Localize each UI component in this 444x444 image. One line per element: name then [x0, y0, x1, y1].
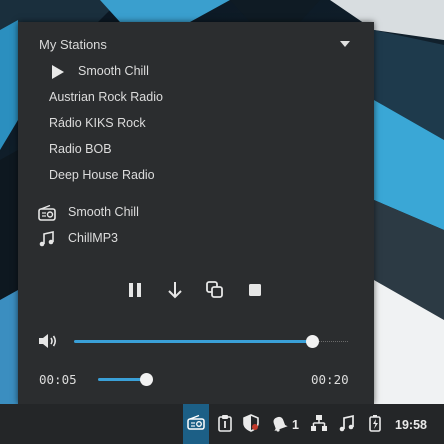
notification-bell-icon[interactable] [270, 414, 288, 432]
pause-icon[interactable] [125, 280, 145, 300]
progress-slider-handle[interactable] [139, 373, 153, 386]
download-icon[interactable] [165, 280, 185, 300]
notification-count: 1 [292, 418, 299, 432]
station-item-deep-house-radio[interactable]: Deep House Radio [49, 168, 155, 182]
clock[interactable]: 19:58 [395, 418, 427, 432]
battery-icon[interactable] [366, 414, 384, 432]
progress-slider-fill [98, 378, 146, 381]
elapsed-time: 00:05 [39, 372, 77, 387]
radio-tray-icon[interactable] [187, 414, 205, 432]
radio-icon [38, 205, 56, 221]
station-item-austrian-rock-radio[interactable]: Austrian Rock Radio [49, 90, 163, 104]
music-note-icon [39, 231, 54, 247]
clipboard-icon[interactable] [216, 414, 234, 432]
volume-slider-fill [74, 340, 313, 343]
radio-popup-panel: My Stations Smooth Chill Austrian Rock R… [18, 22, 374, 404]
network-icon[interactable] [310, 414, 328, 432]
music-tray-icon[interactable] [338, 414, 356, 432]
now-playing-station-label: Smooth Chill [68, 205, 139, 219]
station-item-radio-bob[interactable]: Radio BOB [49, 142, 112, 156]
now-playing-track-label: ChillMP3 [68, 231, 119, 245]
shield-icon[interactable] [242, 414, 260, 432]
stations-header[interactable]: My Stations [39, 37, 107, 52]
total-time: 00:20 [311, 372, 349, 387]
station-item-smooth-chill[interactable]: Smooth Chill [78, 64, 149, 78]
stop-icon[interactable] [245, 280, 265, 300]
copy-icon[interactable] [205, 280, 225, 300]
station-item-radio-kiks-rock[interactable]: Rádio KIKS Rock [49, 116, 146, 130]
volume-slider-handle[interactable] [306, 335, 320, 348]
chevron-down-icon[interactable] [340, 41, 350, 47]
volume-icon[interactable] [38, 333, 58, 349]
play-icon [52, 65, 64, 79]
